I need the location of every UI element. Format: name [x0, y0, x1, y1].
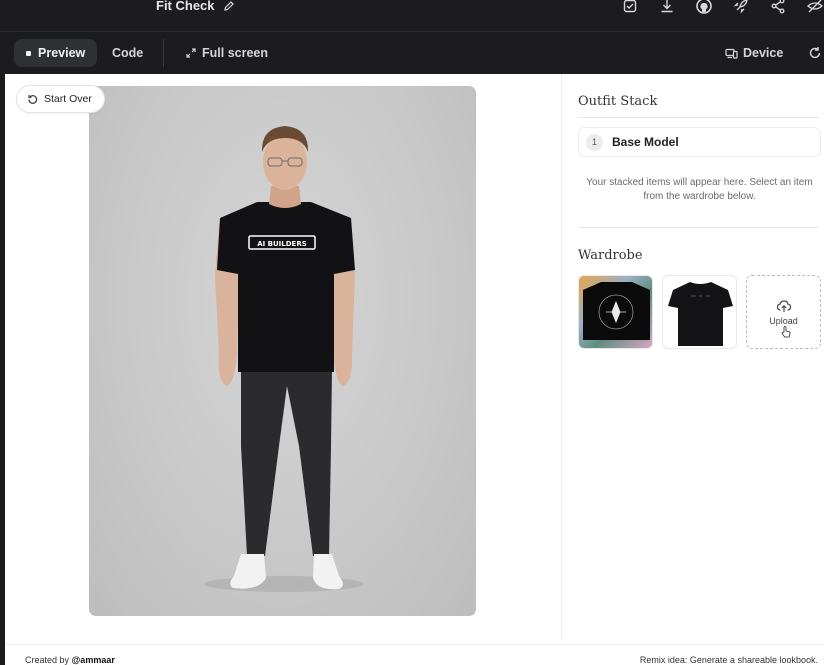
device-icon [725, 48, 738, 59]
tab-preview[interactable]: Preview [14, 39, 98, 67]
upload-cloud-icon [776, 299, 791, 312]
start-over-button[interactable]: Start Over [16, 85, 105, 113]
expand-icon [186, 48, 196, 58]
model-figure: AI BUILDERS [204, 126, 364, 592]
layer-number-badge: 1 [586, 133, 603, 151]
tshirt-graphic-image [583, 282, 650, 340]
deploy-rocket-icon[interactable] [732, 0, 750, 15]
toolbar-divider [163, 39, 164, 67]
device-label: Device [743, 46, 784, 60]
wardrobe-item-black-tee[interactable] [662, 275, 737, 349]
refresh-icon[interactable] [808, 46, 822, 60]
footer: Created by @ammaar Remix idea: Generate … [5, 644, 824, 665]
created-by: Created by @ammaar [25, 655, 115, 665]
top-bar: Fit Check [0, 0, 824, 32]
reset-icon [28, 94, 38, 104]
project-title-text: Fit Check [156, 0, 215, 13]
full-screen-button[interactable]: Full screen [186, 39, 268, 67]
tshirt-black-image [668, 282, 733, 346]
remix-idea: Remix idea: Generate a shareable lookboo… [639, 655, 818, 665]
tab-code[interactable]: Code [112, 39, 143, 67]
wardrobe-grid: Upload [578, 275, 821, 349]
project-title[interactable]: Fit Check [156, 0, 235, 13]
app-preview: Start Over AI BUILDERS Outfit Stack 1 Ba… [5, 74, 824, 665]
download-icon[interactable] [658, 0, 676, 15]
wardrobe-title: Wardrobe [578, 248, 643, 263]
upload-button[interactable]: Upload [746, 275, 821, 349]
divider [578, 227, 819, 228]
hide-icon[interactable] [806, 0, 824, 15]
tab-preview-label: Preview [38, 46, 86, 60]
stack-hint-text: Your stacked items will appear here. Sel… [586, 177, 813, 202]
divider [578, 117, 819, 118]
tab-code-label: Code [112, 46, 144, 60]
preview-toolbar: Preview Code Full screen Device [0, 33, 824, 73]
github-icon[interactable] [695, 0, 713, 15]
outfit-layer-item: 1 Base Model [578, 127, 821, 157]
upload-label: Upload [769, 315, 798, 326]
layer-label: Base Model [612, 135, 679, 149]
wardrobe-item-graphic-tee[interactable] [578, 275, 653, 349]
share-icon[interactable] [769, 0, 787, 15]
panel-divider [561, 74, 562, 640]
start-over-label: Start Over [44, 93, 92, 105]
full-screen-label: Full screen [202, 46, 268, 60]
author-link[interactable]: @ammaar [72, 655, 115, 665]
edit-pencil-icon[interactable] [223, 0, 235, 12]
shirt-print-text: AI BUILDERS [257, 240, 307, 248]
active-dot-icon [26, 50, 31, 56]
outfit-stack-title: Outfit Stack [578, 94, 658, 109]
device-button[interactable]: Device [725, 39, 783, 67]
hand-cursor-icon [781, 326, 791, 338]
model-photo: AI BUILDERS [89, 86, 476, 616]
save-icon[interactable] [621, 0, 639, 15]
created-by-prefix: Created by [25, 655, 72, 665]
